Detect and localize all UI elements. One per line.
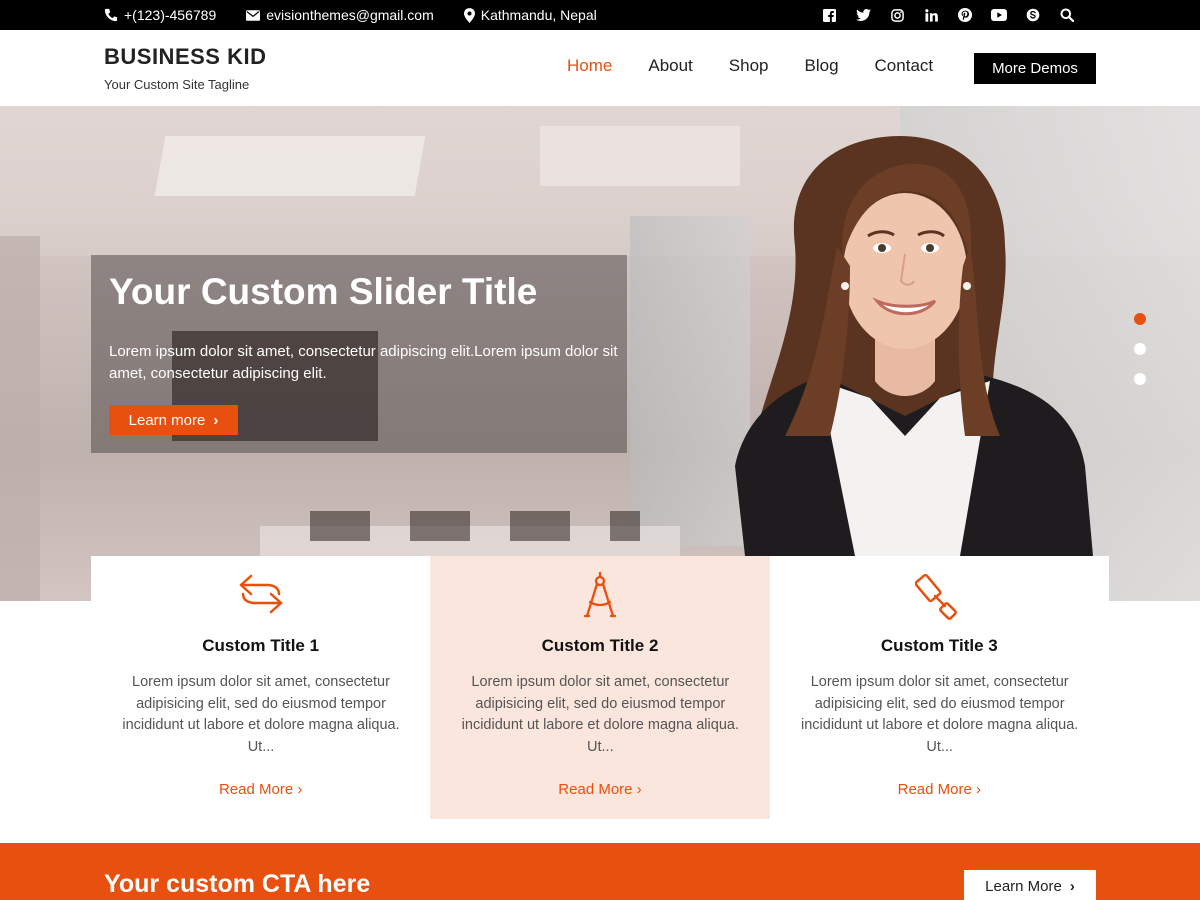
feature-read-more-link[interactable]: Read More ›: [91, 781, 430, 798]
cta-section: Your custom CTA here Learn More ›: [0, 843, 1200, 900]
slider-learn-more-button[interactable]: Learn more ›: [109, 405, 238, 435]
social-links: [812, 0, 1084, 30]
feature-text: Lorem ipsum dolor sit amet, consectetur …: [461, 674, 739, 755]
twitter-icon[interactable]: [846, 0, 880, 30]
email-item[interactable]: evisionthemes@gmail.com: [246, 7, 434, 23]
location-text: Kathmandu, Nepal: [480, 7, 597, 23]
chevron-right-icon: ›: [297, 781, 303, 798]
linkedin-icon[interactable]: [914, 0, 948, 30]
feature-card: Custom Title 3 Lorem ipsum dolor sit ame…: [769, 556, 1109, 819]
slider-text: Lorem ipsum dolor sit amet, consectetur …: [109, 343, 618, 382]
cta-learn-more-button[interactable]: Learn More ›: [964, 870, 1096, 900]
feature-title: Custom Title 3: [880, 636, 998, 655]
contact-info: +(123)-456789 evisionthemes@gmail.com Ka…: [104, 0, 627, 30]
nav-item-shop[interactable]: Shop: [711, 52, 787, 80]
read-more-label: Read More: [558, 781, 633, 798]
cta-title: Your custom CTA here: [104, 870, 371, 898]
slider-dot-3[interactable]: [1134, 373, 1146, 385]
paint-roller-icon: [770, 572, 1109, 620]
features-section: Custom Title 1 Lorem ipsum dolor sit ame…: [91, 556, 1109, 819]
hero-background-chairs: [310, 511, 640, 541]
slider-dot-2[interactable]: [1134, 343, 1146, 355]
chevron-right-icon: ›: [213, 411, 219, 429]
map-marker-icon: [463, 7, 475, 23]
compass-icon: [430, 572, 769, 620]
hero-person-image: [735, 136, 1093, 556]
slider-learn-more-label: Learn more: [128, 411, 206, 429]
more-demos-button[interactable]: More Demos: [974, 53, 1096, 84]
feature-title: Custom Title 2: [541, 636, 659, 655]
search-icon[interactable]: [1050, 0, 1084, 30]
feature-text: Lorem ipsum dolor sit amet, consectetur …: [801, 674, 1079, 755]
chevron-right-icon: ›: [636, 781, 642, 798]
slider-title: Your Custom Slider Title: [109, 271, 538, 312]
envelope-icon: [246, 9, 261, 21]
feature-card: Custom Title 2 Lorem ipsum dolor sit ame…: [430, 556, 770, 819]
chevron-right-icon: ›: [976, 781, 981, 798]
hero-background-light: [540, 126, 740, 186]
site-title[interactable]: BUSINESS KID: [104, 44, 266, 70]
nav-item-contact[interactable]: Contact: [857, 52, 952, 80]
feature-read-more-link[interactable]: Read More ›: [430, 781, 769, 798]
hero-background-pillar: [0, 236, 40, 601]
skype-icon[interactable]: [1016, 0, 1050, 30]
read-more-label: Read More: [897, 781, 972, 798]
main-nav: Home About Shop Blog Contact: [549, 52, 951, 80]
location-item[interactable]: Kathmandu, Nepal: [463, 7, 597, 23]
slider-dot-1[interactable]: [1134, 313, 1146, 325]
slider-dots: [1134, 313, 1146, 403]
phone-text: +(123)-456789: [124, 7, 217, 23]
chevron-right-icon: ›: [1069, 877, 1075, 895]
youtube-icon[interactable]: [982, 0, 1016, 30]
instagram-icon[interactable]: [880, 0, 914, 30]
nav-item-blog[interactable]: Blog: [787, 52, 857, 80]
nav-item-about[interactable]: About: [630, 52, 710, 80]
feature-card: Custom Title 1 Lorem ipsum dolor sit ame…: [91, 556, 431, 819]
phone-item[interactable]: +(123)-456789: [104, 7, 216, 23]
cta-button-label: Learn More: [985, 877, 1062, 895]
slider-caption: Your Custom Slider Title Lorem ipsum dol…: [91, 255, 627, 453]
read-more-label: Read More: [218, 781, 294, 798]
email-text: evisionthemes@gmail.com: [266, 7, 434, 23]
hero-background-light: [154, 136, 426, 196]
feature-text: Lorem ipsum dolor sit amet, consectetur …: [122, 674, 400, 755]
pinterest-icon[interactable]: [948, 0, 982, 30]
arrows-swap-icon: [91, 572, 430, 620]
facebook-icon[interactable]: [812, 0, 846, 30]
phone-icon: [104, 8, 118, 22]
top-bar: +(123)-456789 evisionthemes@gmail.com Ka…: [0, 0, 1200, 30]
site-header: BUSINESS KID Your Custom Site Tagline Ho…: [0, 30, 1200, 106]
feature-title: Custom Title 1: [202, 636, 320, 655]
site-tagline: Your Custom Site Tagline: [104, 77, 250, 92]
nav-item-home[interactable]: Home: [549, 52, 630, 80]
feature-read-more-link[interactable]: Read More ›: [770, 781, 1109, 798]
